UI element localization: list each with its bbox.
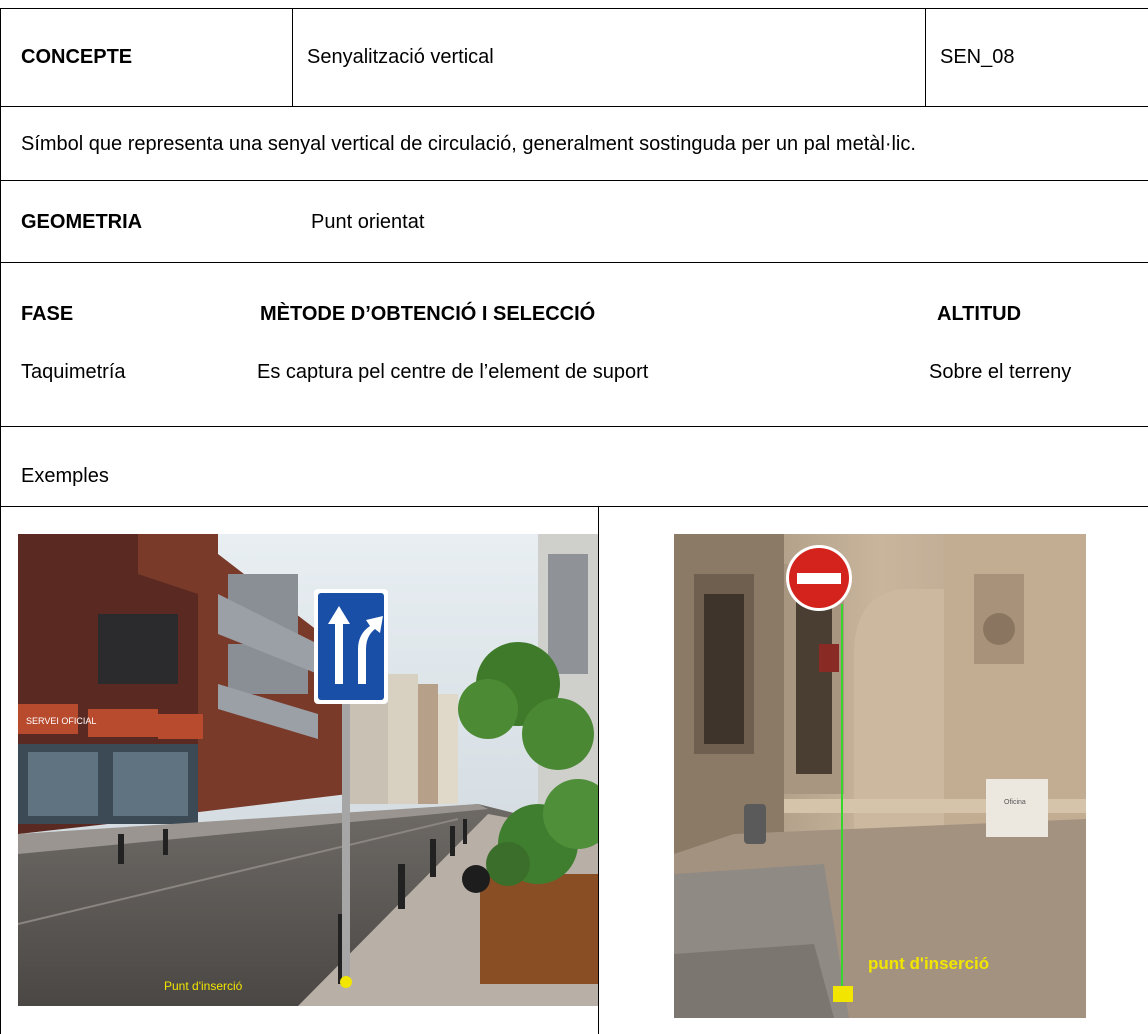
geometry-value: Punt orientat (311, 211, 425, 233)
concept-sheet: CONCEPTE Senyalització vertical SEN_08 S… (0, 8, 1148, 1034)
phase-value: Taquimetría (21, 361, 126, 383)
table-border-top (0, 8, 1148, 9)
table-border-row5 (0, 506, 1148, 507)
shop-sign-text: SERVEI OFICIAL (26, 716, 96, 726)
altitude-label: ALTITUD (937, 303, 1022, 325)
method-value: Es captura pel centre de l’element de su… (257, 361, 649, 383)
table-border-row4 (0, 426, 1148, 427)
header-divider-2 (925, 8, 926, 106)
table-border-left (0, 8, 1, 1034)
photo1-caption: Punt d'inserció (164, 979, 243, 993)
method-label: MÈTODE D’OBTENCIÓ I SELECCIÓ (260, 303, 596, 325)
lane-sign-icon (314, 589, 388, 704)
insertion-point-marker (833, 986, 853, 1002)
photo2-plaque-text: Oficina (1004, 799, 1026, 806)
altitude-value: Sobre el terreny (929, 361, 1072, 383)
table-border-row2 (0, 180, 1148, 181)
table-border-row1 (0, 106, 1148, 107)
concept-value: Senyalització vertical (307, 46, 494, 68)
header-divider-1 (292, 8, 293, 106)
examples-label: Exemples (21, 465, 109, 487)
no-entry-sign-icon (786, 545, 852, 611)
example-photo-no-entry-sign: Oficina punt d'inserció (674, 534, 1086, 1018)
concept-description: Símbol que representa una senyal vertica… (21, 133, 916, 155)
examples-divider (598, 506, 599, 1034)
photo2-caption: punt d'inserció (868, 954, 989, 973)
phase-label: FASE (21, 303, 74, 325)
concept-label: CONCEPTE (21, 46, 133, 68)
concept-code: SEN_08 (940, 46, 1015, 68)
geometry-label: GEOMETRIA (21, 211, 143, 233)
example-photo-street-sign: SERVEI OFICIAL Punt d'inserció (18, 534, 598, 1006)
insertion-point-marker (340, 976, 352, 988)
table-border-row3 (0, 262, 1148, 263)
